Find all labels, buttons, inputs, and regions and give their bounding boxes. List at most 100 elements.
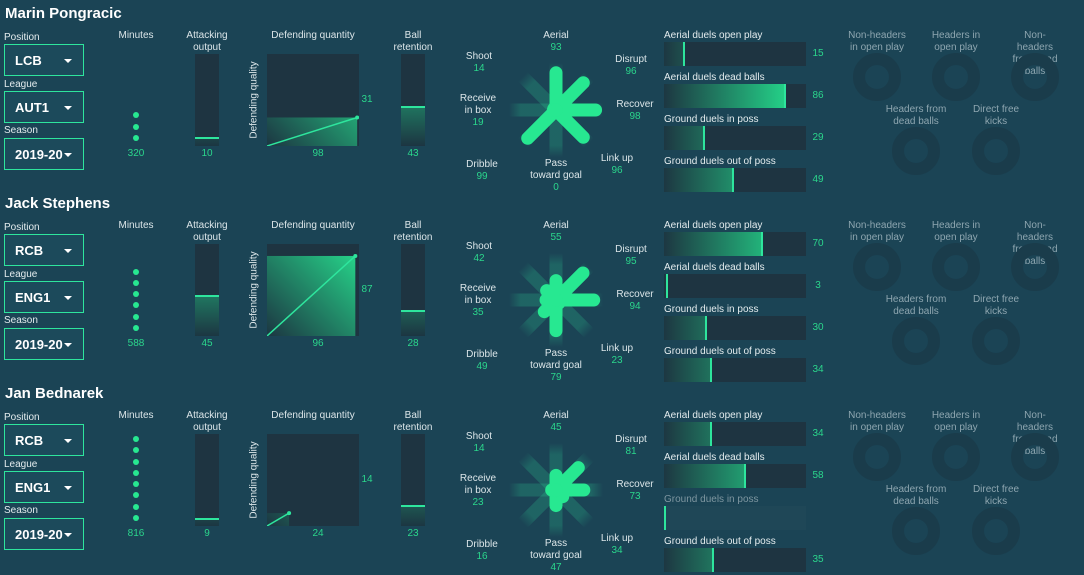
duel-label-aerial-duels-open-play: Aerial duels open play	[664, 30, 763, 41]
defending-point	[287, 511, 292, 516]
player-card: Jan Bednarek Position RCB League ENG1 Season 2…	[0, 380, 1084, 573]
action-label-shoot: Shoot	[465, 431, 493, 442]
donut-ring	[892, 507, 940, 555]
season-label: Season	[4, 315, 38, 326]
season-selected-value: 2019-20	[15, 147, 63, 162]
minutes-dot	[133, 302, 139, 309]
ball-retention-bar	[401, 54, 425, 146]
defending-quantity-value: 96	[312, 338, 324, 349]
duel-bar-fill	[664, 232, 764, 256]
season-label: Season	[4, 125, 38, 136]
duel-label-ground-duels-in-poss: Ground duels in poss	[664, 494, 759, 505]
action-star-svg	[509, 253, 603, 347]
set-piece-label-non-headers-in-open-play: Non-headers in open play	[848, 30, 906, 53]
minutes-dot	[133, 481, 139, 488]
minutes-dot	[133, 279, 139, 286]
action-label-link-up: Link up	[600, 533, 634, 544]
season-dropdown[interactable]: 2019-20	[4, 138, 84, 170]
defending-quantity-label: Defending quantity	[271, 410, 355, 421]
set-piece-label-headers-in-open-play: Headers in open play	[931, 220, 981, 243]
duel-label-aerial-duels-open-play: Aerial duels open play	[664, 220, 763, 231]
player-name: Jan Bednarek	[5, 385, 104, 402]
action-value-aerial: 55	[550, 232, 562, 243]
donut-chart-svg	[932, 243, 980, 291]
minutes-label: Minutes	[118, 30, 154, 41]
minutes-dot	[133, 313, 139, 320]
action-star-svg	[509, 443, 603, 537]
action-label-shoot: Shoot	[465, 241, 493, 252]
set-piece-label-non-headers-in-open-play: Non-headers in open play	[848, 220, 906, 243]
duel-bar-fill	[664, 422, 713, 446]
set-piece-donut	[891, 316, 941, 366]
ball-retention-bar-fill	[401, 310, 425, 336]
action-value-link-up: 23	[611, 355, 623, 366]
attacking-output-value: 45	[201, 338, 213, 349]
donut-chart-svg	[932, 433, 980, 481]
caret-down-icon	[64, 343, 72, 347]
league-label: League	[4, 269, 38, 280]
position-dropdown[interactable]: RCB	[4, 234, 84, 266]
defending-quality-axis-label: Defending quality	[248, 61, 260, 139]
minutes-dot	[133, 469, 139, 476]
action-value-recover: 94	[629, 301, 641, 312]
set-piece-donut	[852, 242, 902, 292]
duel-label-ground-duels-in-poss: Ground duels in poss	[664, 304, 759, 315]
minutes-dot	[133, 123, 139, 130]
action-label-aerial: Aerial	[543, 410, 569, 421]
set-piece-label-headers-from-dead-balls: Headers from dead balls	[885, 104, 947, 127]
ball-retention-bar	[401, 244, 425, 336]
defending-point	[353, 253, 358, 258]
set-piece-label-non-headers-in-open-play: Non-headers in open play	[848, 410, 906, 433]
player-card: Jack Stephens Position RCB League ENG1 Season…	[0, 190, 1084, 383]
action-label-disrupt: Disrupt	[615, 434, 647, 445]
season-dropdown[interactable]: 2019-20	[4, 518, 84, 550]
player-comparison-dashboard: Marin Pongracic Position LCB League AUT1 Seas…	[0, 0, 1084, 575]
minutes-label: Minutes	[118, 410, 154, 421]
league-dropdown[interactable]: ENG1	[4, 471, 84, 503]
set-piece-donut	[971, 506, 1021, 556]
season-dropdown[interactable]: 2019-20	[4, 328, 84, 360]
minutes-value: 816	[127, 528, 145, 539]
duel-bar-fill	[664, 84, 787, 108]
caret-down-icon	[64, 533, 72, 537]
action-value-disrupt: 81	[625, 446, 637, 457]
action-label-recover: Recover	[616, 289, 654, 300]
action-value-shoot: 14	[473, 63, 485, 74]
action-star-chart	[501, 435, 611, 545]
position-dropdown[interactable]: LCB	[4, 44, 84, 76]
position-dropdown[interactable]: RCB	[4, 424, 84, 456]
donut-chart-svg	[1011, 243, 1059, 291]
set-piece-label-headers-from-dead-balls: Headers from dead balls	[885, 294, 947, 317]
donut-chart-svg	[892, 127, 940, 175]
set-piece-label-direct-free-kicks: Direct free kicks	[972, 294, 1020, 317]
player-name: Jack Stephens	[5, 195, 111, 212]
defending-quality-value: 87	[361, 284, 373, 295]
action-value-recover: 73	[629, 491, 641, 502]
defending-point	[355, 115, 360, 120]
duel-value-ground-duels-in-poss: 30	[812, 322, 824, 333]
action-value-pass-toward-goal: 47	[550, 562, 562, 573]
defending-scatter	[266, 434, 359, 527]
action-label-aerial: Aerial	[543, 30, 569, 41]
season-label: Season	[4, 505, 38, 516]
set-piece-donut	[1010, 242, 1060, 292]
league-dropdown[interactable]: ENG1	[4, 281, 84, 313]
defending-quantity-value: 98	[312, 148, 324, 159]
duel-bar-ground-duels-out-of-poss	[664, 548, 806, 572]
action-value-aerial: 45	[550, 422, 562, 433]
caret-down-icon	[64, 106, 72, 110]
duel-label-ground-duels-in-poss: Ground duels in poss	[664, 114, 759, 125]
action-value-shoot: 14	[473, 443, 485, 454]
donut-chart-svg	[932, 53, 980, 101]
action-label-receive-in-box: Receive in box	[459, 473, 497, 496]
league-dropdown[interactable]: AUT1	[4, 91, 84, 123]
duel-bar-aerial-duels-dead-balls	[664, 464, 806, 488]
action-label-link-up: Link up	[600, 343, 634, 354]
defending-quantity-label: Defending quantity	[271, 30, 355, 41]
player-name: Marin Pongracic	[5, 5, 122, 22]
donut-chart-svg	[892, 507, 940, 555]
defending-scatter	[266, 54, 360, 147]
donut-ring	[1011, 53, 1059, 101]
donut-chart-svg	[972, 507, 1020, 555]
duel-bar-ground-duels-in-poss	[664, 126, 806, 150]
